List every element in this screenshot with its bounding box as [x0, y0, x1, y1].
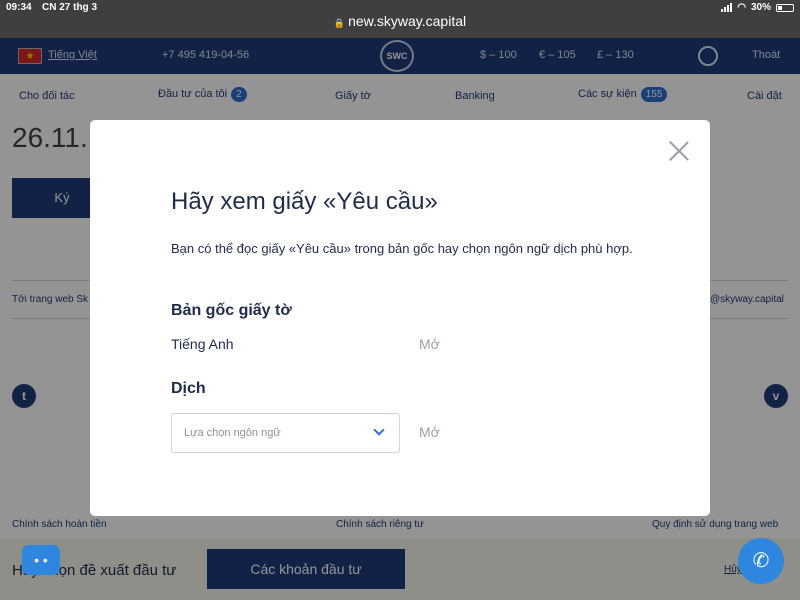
status-indicators: ◠ 30%: [721, 2, 794, 13]
status-time: 09:34: [6, 2, 32, 13]
battery-percent: 30%: [750, 2, 771, 13]
status-date: CN 27 thg 3: [42, 2, 98, 13]
close-icon[interactable]: [668, 140, 690, 162]
signal-icon: [721, 3, 733, 12]
phone-call-icon[interactable]: ✆: [738, 538, 784, 584]
open-original-link[interactable]: Mở: [419, 336, 440, 352]
modal-description: Bạn có thể đọc giấy «Yêu cầu» trong bản …: [171, 241, 633, 256]
lock-icon: 🔒: [333, 18, 346, 28]
language-select-placeholder: Lựa chọn ngôn ngữ: [184, 427, 281, 439]
url-text: new.skyway.capital: [348, 13, 467, 29]
original-heading: Bản gốc giấy tờ: [171, 302, 292, 319]
modal-title: Hãy xem giấy «Yêu cầu»: [171, 188, 438, 215]
open-translation-link[interactable]: Mở: [419, 424, 440, 440]
wifi-icon: ◠: [737, 2, 746, 13]
translate-heading: Dịch: [171, 380, 206, 397]
ios-status-bar: 09:34 CN 27 thg 3 ◠ 30% 🔒 new.skyway.capi…: [0, 0, 800, 38]
language-select[interactable]: Lựa chọn ngôn ngữ: [171, 413, 400, 453]
battery-icon: [776, 3, 794, 12]
original-language: Tiếng Anh: [171, 336, 234, 352]
document-modal: Hãy xem giấy «Yêu cầu» Bạn có thể đọc gi…: [90, 120, 710, 516]
chatbot-icon[interactable]: • •: [22, 545, 60, 575]
chevron-down-icon: [373, 424, 385, 436]
address-bar[interactable]: 🔒 new.skyway.capital: [0, 13, 800, 29]
